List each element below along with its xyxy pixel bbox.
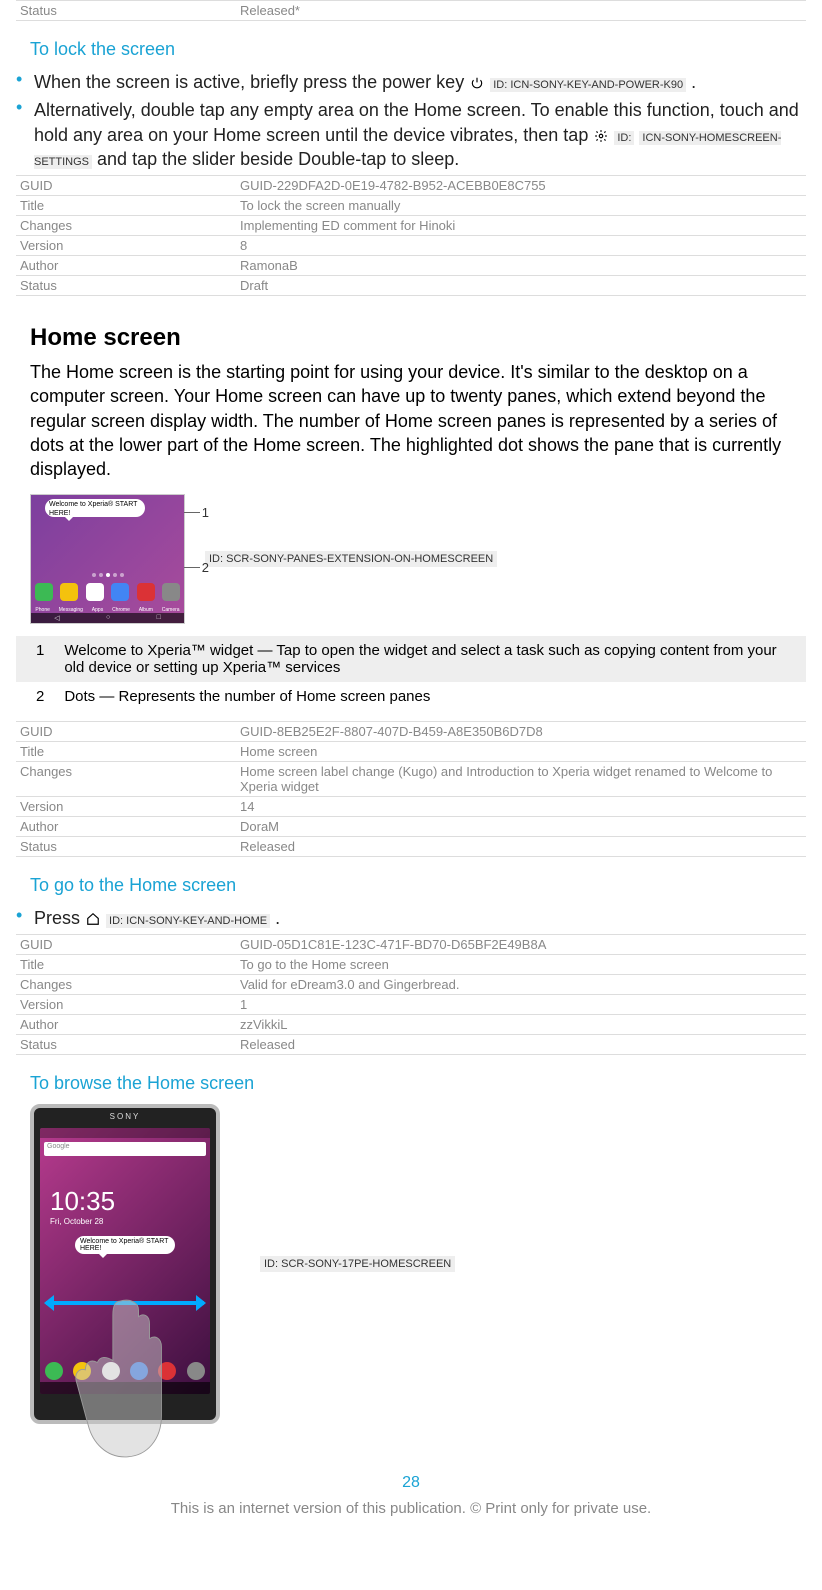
- page-number: 28: [16, 1474, 806, 1492]
- text: .: [275, 908, 280, 928]
- heading-home-screen: Home screen: [30, 324, 806, 352]
- home-icon: [85, 912, 101, 926]
- asset-id-chip: ID: ICN-SONY-KEY-AND-POWER-K90: [490, 78, 686, 92]
- legend-text: Dots — Represents the number of Home scr…: [54, 682, 806, 711]
- asset-id-chip: ID: SCR-SONY-17PE-HOMESCREEN: [260, 1256, 455, 1272]
- callout-1: 1: [202, 505, 209, 520]
- asset-id-chip: ID: ICN-SONY-KEY-AND-HOME: [106, 914, 270, 928]
- meta-table-top: Status Released*: [16, 0, 806, 21]
- asset-id-chip: ID:: [614, 131, 634, 145]
- text: and tap the slider beside Double-tap to …: [97, 149, 459, 169]
- meta-val: Released*: [236, 1, 806, 21]
- power-icon: [469, 76, 485, 90]
- figure-phone-swipe: SONY Google 10:35 Fri, October 28 Welcom…: [30, 1104, 220, 1424]
- gear-icon: [593, 129, 609, 143]
- legend-num: 2: [16, 682, 54, 711]
- callout-2: 2: [202, 560, 209, 575]
- text: Press: [34, 908, 85, 928]
- phone-brand: SONY: [34, 1112, 216, 1121]
- footer-note: This is an internet version of this publ…: [16, 1500, 806, 1517]
- search-bar: Google: [44, 1142, 206, 1156]
- list-item: Press ID: ICN-SONY-KEY-AND-HOME .: [16, 906, 806, 930]
- figure-home-panes: Welcome to Xperia® START HERE! PhoneMess…: [30, 494, 185, 624]
- meta-key: Status: [16, 1, 236, 21]
- paragraph: The Home screen is the starting point fo…: [30, 360, 792, 481]
- clock-time: 10:35: [50, 1186, 210, 1217]
- clock-date: Fri, October 28: [50, 1217, 210, 1226]
- text: When the screen is active, briefly press…: [34, 72, 469, 92]
- meta-table-2: GUIDGUID-8EB25E2F-8807-407D-B459-A8E350B…: [16, 721, 806, 857]
- legend-table: 1 Welcome to Xperia™ widget — Tap to ope…: [16, 636, 806, 711]
- text: .: [691, 72, 696, 92]
- pane-dots: [31, 573, 184, 577]
- heading-to-browse-home: To browse the Home screen: [30, 1073, 806, 1094]
- heading-to-lock-the-screen: To lock the screen: [30, 39, 806, 60]
- welcome-bubble: Welcome to Xperia® START HERE!: [75, 1236, 175, 1254]
- meta-table-3: GUIDGUID-05D1C81E-123C-471F-BD70-D65BF2E…: [16, 934, 806, 1055]
- list-item: When the screen is active, briefly press…: [16, 70, 806, 94]
- heading-to-go-to-home: To go to the Home screen: [30, 875, 806, 896]
- meta-table-1: GUIDGUID-229DFA2D-0E19-4782-B952-ACEBB0E…: [16, 175, 806, 296]
- legend-text: Welcome to Xperia™ widget — Tap to open …: [54, 636, 806, 682]
- list-item: Alternatively, double tap any empty area…: [16, 98, 806, 171]
- dock-icons: [31, 579, 184, 605]
- legend-num: 1: [16, 636, 54, 682]
- welcome-bubble: Welcome to Xperia® START HERE!: [45, 499, 145, 517]
- asset-id-chip: ID: SCR-SONY-PANES-EXTENSION-ON-HOMESCRE…: [205, 551, 497, 567]
- swipe-arrow-icon: [46, 1293, 204, 1311]
